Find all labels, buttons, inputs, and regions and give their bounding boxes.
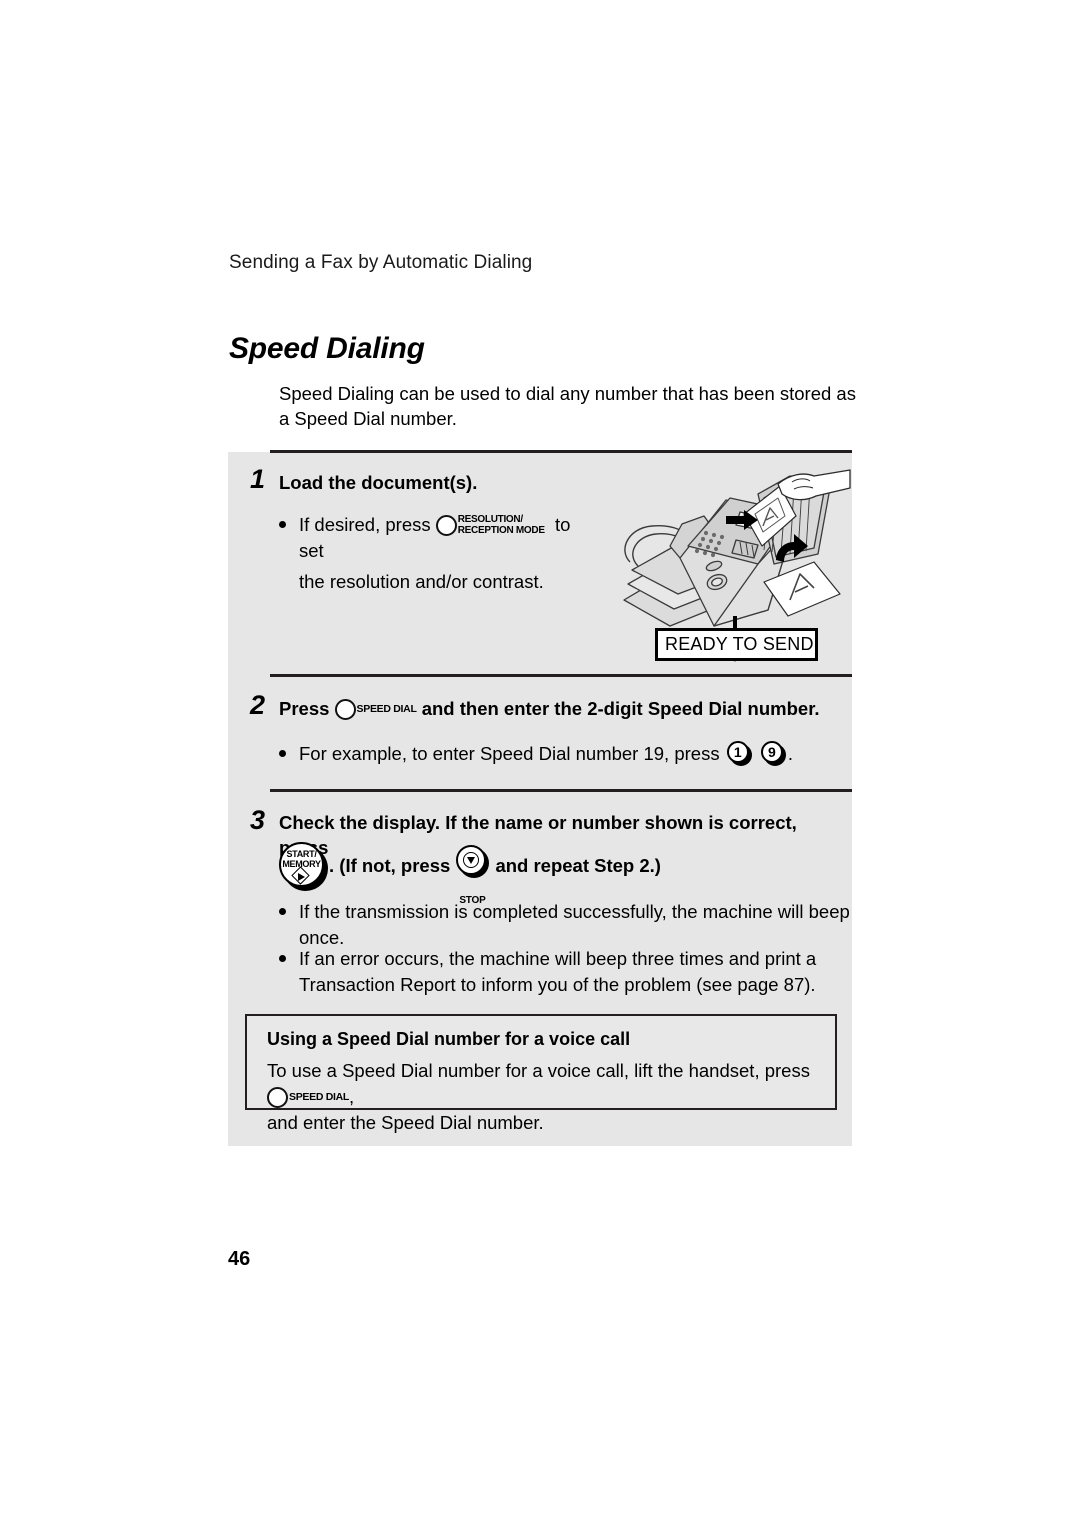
start-memory-button-label: START/ MEMORY — [279, 849, 324, 869]
step-3-number: 3 — [250, 805, 266, 835]
step-1-bullet-text: If desired, press RESOLUTION/ RECEPTION … — [299, 512, 599, 595]
resolution-reception-mode-button[interactable]: RESOLUTION/ RECEPTION MODE — [435, 514, 545, 537]
note-title: Using a Speed Dial number for a voice ca… — [267, 1029, 631, 1049]
step-2-heading-post: and then enter the 2-digit Speed Dial nu… — [421, 698, 820, 719]
button-disc-icon — [267, 1086, 288, 1108]
resolution-button-label: RESOLUTION/ RECEPTION MODE — [458, 514, 545, 537]
stop-button[interactable]: STOP — [455, 845, 495, 906]
intro-paragraph: Speed Dialing can be used to dial any nu… — [279, 383, 856, 429]
numeric-key-9[interactable]: 9 — [760, 740, 786, 766]
step-2-bullet-post: . — [787, 743, 793, 764]
page-number: 46 — [228, 1248, 251, 1270]
bullet-dot-icon — [279, 908, 286, 915]
step-1-bullet-line2: the resolution and/or contrast. — [299, 571, 544, 592]
step-3-bullet-2-text: If an error occurs, the machine will bee… — [299, 948, 817, 995]
divider-step1-step2 — [270, 674, 852, 677]
note-text-line2: and enter the Speed Dial number. — [267, 1112, 544, 1133]
step-2-bullet: For example, to enter Speed Dial number … — [279, 740, 839, 768]
bullet-dot-icon — [279, 955, 286, 962]
start-triangle-icon — [297, 872, 305, 881]
step-3-bullet-1: If the transmission is completed success… — [279, 899, 854, 951]
note-text: To use a Speed Dial number for a voice c… — [267, 1058, 823, 1136]
step-3-end-text: and repeat Step 2.) — [495, 855, 661, 876]
step-1-bullet-pre: If desired, press — [299, 514, 431, 535]
step-1-heading: Load the document(s). — [279, 472, 478, 493]
speed-dial-button-label: SPEED DIAL — [356, 702, 417, 715]
divider-step2-step3 — [270, 789, 852, 792]
bullet-dot-icon — [279, 521, 286, 528]
button-disc-icon — [334, 698, 356, 720]
step-3-heading-line2: START/ MEMORY . (If not, press STOP and … — [279, 841, 849, 906]
steps-panel: 1 Load the document(s). If desired, pres… — [228, 450, 854, 1146]
step-3-mid-text: . (If not, press — [329, 855, 451, 876]
running-header: Sending a Fax by Automatic Dialing — [229, 252, 533, 273]
fax-display-text: READY TO SEND — [665, 634, 814, 654]
step-3-bullet-2: If an error occurs, the machine will bee… — [279, 946, 861, 998]
numeric-key-1[interactable]: 1 — [726, 740, 752, 766]
resolution-label-line2: RECEPTION MODE — [457, 525, 545, 537]
divider-top — [270, 450, 852, 453]
fax-display-ready-to-send: READY TO SEND — [655, 628, 818, 661]
step-1-number: 1 — [250, 464, 266, 494]
note-text-post: , — [349, 1086, 355, 1107]
speed-dial-button-label: SPEED DIAL — [289, 1090, 350, 1103]
step-2-bullet-pre: For example, to enter Speed Dial number … — [299, 743, 720, 764]
numeric-key-9-label: 9 — [760, 740, 783, 763]
speed-dial-button[interactable]: SPEED DIAL — [334, 698, 417, 720]
page-title: Speed Dialing — [229, 332, 425, 365]
voice-call-note-box: Using a Speed Dial number for a voice ca… — [245, 1014, 837, 1133]
step-1-bullet: If desired, press RESOLUTION/ RECEPTION … — [279, 512, 599, 595]
bullet-dot-icon — [279, 750, 286, 757]
manual-page: Sending a Fax by Automatic Dialing Speed… — [0, 0, 1080, 1528]
step-2-bullet-text: For example, to enter Speed Dial number … — [299, 740, 839, 768]
numeric-key-1-label: 1 — [726, 740, 749, 763]
button-disc-icon — [435, 514, 457, 536]
start-memory-button[interactable]: START/ MEMORY — [279, 842, 329, 892]
step-2-number: 2 — [250, 690, 266, 720]
stop-triangle-icon — [466, 856, 475, 864]
resolution-label-line1: RESOLUTION/ — [457, 513, 523, 525]
start-label-line1: START/ — [286, 849, 317, 860]
speed-dial-button[interactable]: SPEED DIAL — [267, 1086, 350, 1108]
note-text-pre: To use a Speed Dial number for a voice c… — [267, 1060, 810, 1081]
step-3-bullet-1-text: If the transmission is completed success… — [299, 901, 850, 948]
step-2-heading: Press SPEED DIAL and then enter the 2-di… — [279, 696, 849, 721]
step-2-heading-pre: Press — [279, 698, 330, 719]
